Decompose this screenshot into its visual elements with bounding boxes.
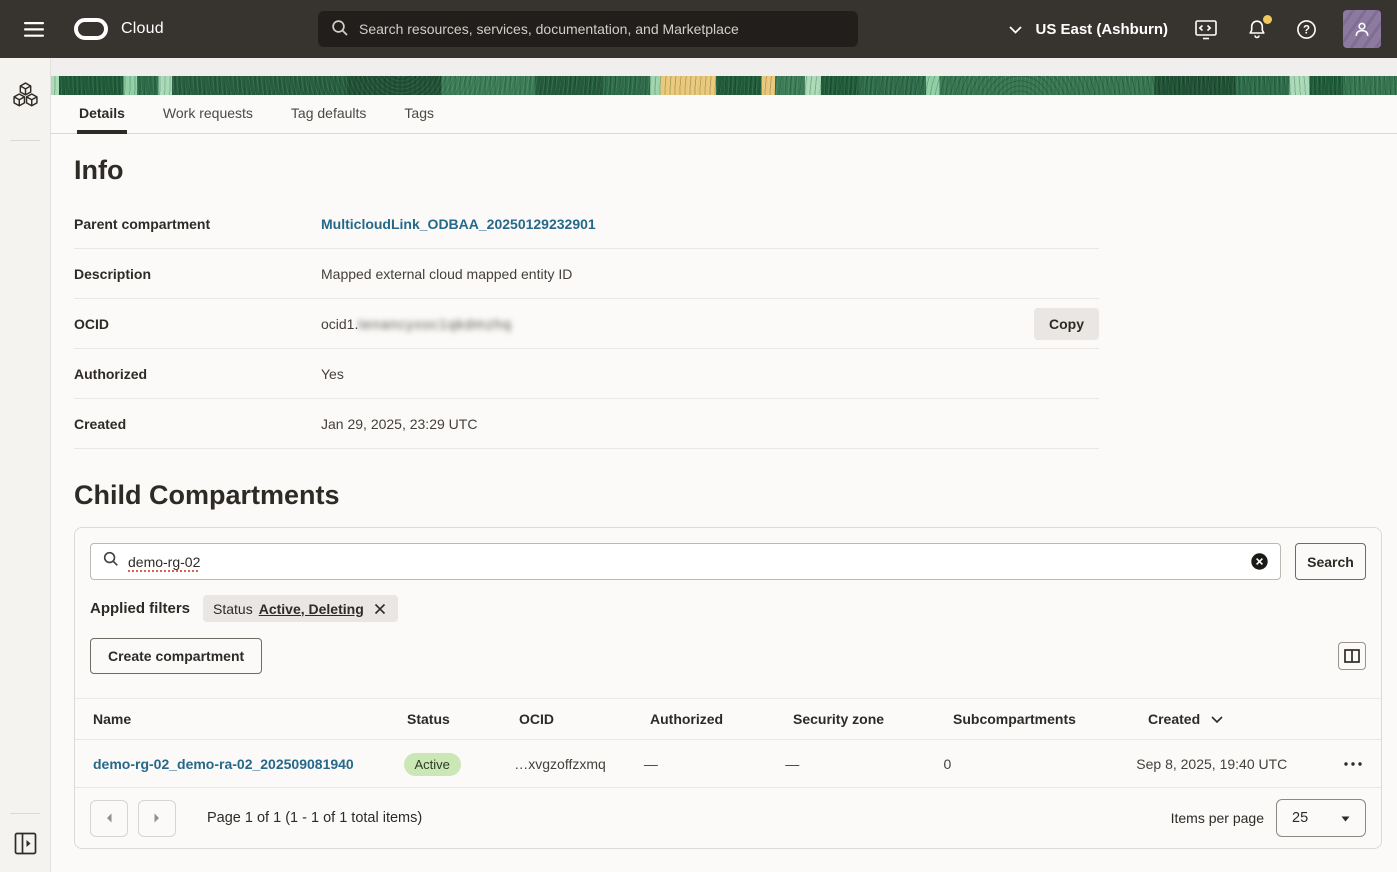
compartment-hero-banner bbox=[51, 76, 1397, 95]
field-label: Parent compartment bbox=[74, 216, 321, 232]
top-bar: Cloud Search resources, services, docume… bbox=[0, 0, 1397, 58]
field-label: Authorized bbox=[74, 366, 321, 382]
sidebar-divider bbox=[10, 813, 40, 814]
global-search-input[interactable]: Search resources, services, documentatio… bbox=[318, 11, 858, 47]
table-row: demo-rg-02_demo-ra-02_202509081940 Activ… bbox=[75, 740, 1381, 788]
field-label: OCID bbox=[74, 316, 321, 332]
tab-work-requests[interactable]: Work requests bbox=[161, 95, 255, 134]
chip-value[interactable]: Active, Deleting bbox=[259, 601, 364, 617]
cloud-shell-icon[interactable] bbox=[1192, 16, 1220, 42]
brand: Cloud bbox=[74, 18, 164, 40]
caret-down-icon bbox=[1341, 809, 1350, 827]
status-filter-chip[interactable]: Status Active, Deleting bbox=[203, 595, 398, 622]
svg-text:?: ? bbox=[1303, 24, 1310, 36]
help-icon[interactable]: ? bbox=[1294, 17, 1319, 42]
tab-tag-defaults[interactable]: Tag defaults bbox=[289, 95, 369, 134]
previous-page-icon[interactable] bbox=[90, 800, 128, 837]
expand-panel-icon[interactable] bbox=[12, 830, 39, 860]
pagination-bar: Page 1 of 1 (1 - 1 of 1 total items) Ite… bbox=[75, 788, 1381, 848]
detail-tabs: Details Work requests Tag defaults Tags bbox=[51, 95, 1397, 134]
description-value: Mapped external cloud mapped entity ID bbox=[321, 266, 1099, 282]
items-per-page-label: Items per page bbox=[1171, 810, 1264, 826]
child-compartments-section: Child Compartments demo-rg-02 bbox=[51, 480, 1397, 849]
remove-filter-icon[interactable] bbox=[372, 601, 388, 617]
main-area: Details Work requests Tag defaults Tags … bbox=[51, 58, 1397, 872]
notifications-bell-icon[interactable] bbox=[1244, 16, 1270, 42]
search-value: demo-rg-02 bbox=[128, 554, 200, 570]
manage-columns-icon[interactable] bbox=[1338, 642, 1366, 670]
col-security-zone: Security zone bbox=[793, 711, 953, 727]
oci-console: Cloud Search resources, services, docume… bbox=[0, 0, 1397, 872]
row-actions-ellipsis-icon[interactable] bbox=[1341, 759, 1365, 769]
field-label: Description bbox=[74, 266, 321, 282]
authorized-value: Yes bbox=[321, 366, 1099, 382]
col-created-label: Created bbox=[1148, 711, 1200, 727]
child-compartments-title: Child Compartments bbox=[74, 480, 1397, 511]
global-search-placeholder: Search resources, services, documentatio… bbox=[359, 21, 739, 37]
ocid-prefix: ocid1. bbox=[321, 316, 358, 332]
col-status: Status bbox=[407, 711, 519, 727]
region-selector[interactable]: US East (Ashburn) bbox=[1009, 21, 1168, 38]
col-subcompartments: Subcompartments bbox=[953, 711, 1148, 727]
search-icon bbox=[331, 19, 349, 40]
page-summary: Page 1 of 1 (1 - 1 of 1 total items) bbox=[207, 810, 422, 826]
row-authorized: — bbox=[644, 756, 785, 772]
info-row-created: Created Jan 29, 2025, 23:29 UTC bbox=[74, 399, 1099, 449]
row-security-zone: — bbox=[785, 756, 943, 772]
parent-compartment-link[interactable]: MulticloudLink_ODBAA_20250129232901 bbox=[321, 216, 596, 232]
clear-search-icon[interactable] bbox=[1251, 553, 1268, 570]
info-section: Info Parent compartment MulticloudLink_O… bbox=[51, 155, 1397, 449]
next-page-icon[interactable] bbox=[138, 800, 176, 837]
compartments-icon[interactable] bbox=[10, 80, 41, 113]
child-compartments-table: Name Status OCID Authorized Security zon… bbox=[75, 698, 1381, 788]
info-row-description: Description Mapped external cloud mapped… bbox=[74, 249, 1099, 299]
tab-details[interactable]: Details bbox=[77, 95, 127, 134]
compartment-search-input[interactable]: demo-rg-02 bbox=[90, 543, 1281, 580]
col-ocid: OCID bbox=[519, 711, 650, 727]
sort-descending-icon[interactable] bbox=[1209, 714, 1225, 725]
row-created: Sep 8, 2025, 19:40 UTC bbox=[1136, 756, 1341, 772]
chevron-down-icon bbox=[1009, 22, 1022, 37]
status-badge: Active bbox=[404, 753, 461, 776]
brand-name: Cloud bbox=[121, 20, 164, 38]
create-compartment-button[interactable]: Create compartment bbox=[90, 638, 262, 674]
col-authorized: Authorized bbox=[650, 711, 793, 727]
user-avatar[interactable] bbox=[1343, 10, 1381, 48]
info-title: Info bbox=[74, 155, 1397, 186]
items-per-page-select[interactable]: 25 bbox=[1276, 799, 1366, 837]
copy-ocid-button[interactable]: Copy bbox=[1034, 308, 1099, 340]
applied-filters-label: Applied filters bbox=[90, 600, 190, 617]
compartment-name-link[interactable]: demo-rg-02_demo-ra-02_202509081940 bbox=[93, 756, 354, 772]
row-subcompartments: 0 bbox=[943, 756, 1136, 772]
left-rail bbox=[0, 58, 51, 872]
field-label: Created bbox=[74, 416, 321, 432]
table-header-row: Name Status OCID Authorized Security zon… bbox=[75, 698, 1381, 740]
ocid-redacted-value: tenancyxoc1qkdmzhq bbox=[358, 316, 511, 332]
sidebar-divider bbox=[10, 140, 40, 141]
created-value: Jan 29, 2025, 23:29 UTC bbox=[321, 416, 1099, 432]
oracle-logo-icon bbox=[74, 18, 108, 40]
hamburger-menu-icon[interactable] bbox=[20, 16, 48, 43]
notification-badge bbox=[1263, 15, 1272, 24]
tab-tags[interactable]: Tags bbox=[402, 95, 436, 134]
search-icon bbox=[103, 551, 119, 572]
child-compartments-panel: demo-rg-02 Search Applied filters bbox=[74, 527, 1382, 849]
row-ocid: …xvgzoffzxmq bbox=[514, 756, 644, 772]
items-per-page-value: 25 bbox=[1292, 810, 1308, 826]
region-label: US East (Ashburn) bbox=[1035, 21, 1168, 38]
search-button[interactable]: Search bbox=[1295, 543, 1366, 580]
info-row-ocid: OCID ocid1.tenancyxoc1qkdmzhq Copy bbox=[74, 299, 1099, 349]
info-row-authorized: Authorized Yes bbox=[74, 349, 1099, 399]
col-name: Name bbox=[75, 711, 407, 727]
info-row-parent-compartment: Parent compartment MulticloudLink_ODBAA_… bbox=[74, 199, 1099, 249]
chip-prefix: Status bbox=[213, 601, 253, 617]
col-created[interactable]: Created bbox=[1148, 711, 1355, 727]
